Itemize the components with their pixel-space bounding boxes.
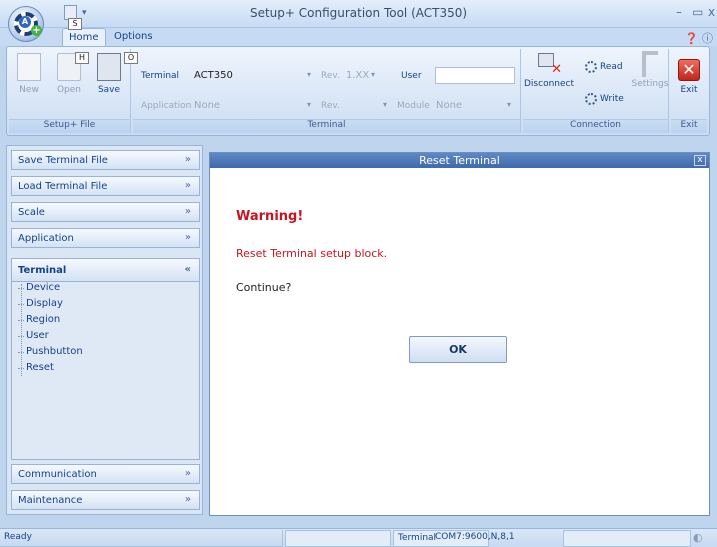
write-icon [585,93,597,105]
chevron-down-icon: » [184,494,191,505]
status-port: COM7:9600,N,8,1 [435,532,515,542]
tree-item-user[interactable]: User [18,330,49,341]
tree-item-region[interactable]: Region [17,314,60,325]
status-text: Ready [0,530,283,547]
warning-heading: Warning! [236,209,304,224]
tree-item-device[interactable]: Device [17,282,60,293]
disconnect-button[interactable]: ✕ Disconnect [523,51,575,89]
chevron-down-icon: ▾ [506,100,511,109]
app-logo-icon: A [19,16,31,28]
tab-home[interactable]: Home [62,28,106,46]
group-exit: ✕ Exit Exit [671,49,707,133]
chevron-down-icon: ▾ [306,70,311,79]
ribbon-tab-bar: Home Options ❓ ⓘ [0,28,717,46]
write-button[interactable]: Write [585,93,624,105]
chevron-down-icon: ▾ [306,100,311,109]
app-menu-button[interactable]: A + [8,6,44,42]
terminal-combo[interactable]: ACT350 ▾ [189,67,315,84]
user-label: User [401,71,422,81]
chevron-down-icon: » [184,180,191,191]
chevron-down-icon: ▾ [382,100,387,109]
chevron-down-icon: ▾ [370,70,375,79]
help-icon[interactable]: ❓ ⓘ [685,30,713,46]
tab-options[interactable]: Options [108,28,159,46]
group-label-terminal: Terminal [133,119,520,133]
read-button[interactable]: Read [585,61,623,73]
floppy-disk-icon [97,53,121,81]
status-blank [285,530,391,547]
group-label-exit: Exit [671,119,707,133]
keytip-s: S [68,18,82,30]
read-icon [585,61,597,73]
nav-application[interactable]: Application » [11,228,200,248]
tree-item-pushbutton[interactable]: Pushbutton [18,346,83,357]
title-bar: ▾ Setup+ Configuration Tool (ACT350) – ▭… [0,0,717,28]
exit-button[interactable]: ✕ Exit [673,59,705,95]
new-button[interactable]: New [11,53,47,95]
ribbon: New Open Save Setup+ File Terminal ACT35… [6,46,710,136]
save-button[interactable]: Save [91,53,127,95]
ok-button[interactable]: OK [409,336,507,363]
group-label-connection: Connection [523,119,668,133]
terminal-label: Terminal [141,71,180,81]
settings-icon [642,51,658,77]
rev-combo[interactable]: 1.XX ▾ [341,67,379,84]
chevron-down-icon: » [184,468,191,479]
settings-button[interactable]: Settings [631,51,669,89]
chevron-down-icon: » [184,154,191,165]
window-title: Setup+ Configuration Tool (ACT350) [249,6,468,20]
nav-save-terminal-file[interactable]: Save Terminal File » [11,150,200,170]
application-label: Application [141,101,192,111]
group-label-setup-file: Setup+ File [9,119,130,133]
group-setup-file: New Open Save Setup+ File [9,49,131,133]
plus-icon: + [31,25,42,36]
maximize-button[interactable]: ▭ [692,5,703,19]
nav-maintenance[interactable]: Maintenance » [11,490,200,510]
rev2-combo[interactable]: ▾ [341,97,391,114]
minimize-button[interactable]: – [676,5,682,19]
nav-communication[interactable]: Communication » [11,464,200,484]
close-button[interactable]: x [708,5,715,19]
tree-item-display[interactable]: Display [18,298,63,309]
tree-item-reset[interactable]: Reset [18,362,54,373]
rev2-label: Rev. [321,101,340,111]
connection-status-icon: ◐ [693,531,703,544]
reset-terminal-panel: Reset Terminal x Warning! Reset Terminal… [209,152,710,516]
module-combo[interactable]: None ▾ [431,97,515,114]
group-connection: ✕ Disconnect Read Write Settings Connect… [523,49,669,133]
chevron-down-icon: » [184,232,191,243]
new-file-icon [17,53,41,81]
nav-terminal[interactable]: Terminal « [11,258,200,282]
close-icon[interactable]: x [694,155,706,166]
warning-message: Reset Terminal setup block. [236,247,388,260]
keytip-o: O [124,52,138,64]
panel-title: Reset Terminal [210,153,709,168]
navigation-panel: Save Terminal File » Load Terminal File … [6,145,203,515]
close-icon: ✕ [678,59,700,81]
disconnect-icon: ✕ [536,51,562,77]
terminal-tree: Device Display Region User Pushbutton Re… [11,282,200,460]
nav-load-terminal-file[interactable]: Load Terminal File » [11,176,200,196]
user-field[interactable] [435,67,515,84]
status-blank-2 [563,530,691,547]
confirm-question: Continue? [236,281,292,294]
rev-label: Rev. [321,71,340,81]
chevron-up-icon: « [184,264,191,275]
application-combo[interactable]: None ▾ [189,97,315,114]
module-label: Module [397,101,430,111]
chevron-down-icon: » [184,206,191,217]
keytip-h: H [75,52,89,64]
nav-scale[interactable]: Scale » [11,202,200,222]
status-bar: Ready Terminal COM7:9600,N,8,1 ◐ [0,528,717,547]
group-terminal: Terminal ACT350 ▾ Rev. 1.XX ▾ User Appli… [133,49,521,133]
